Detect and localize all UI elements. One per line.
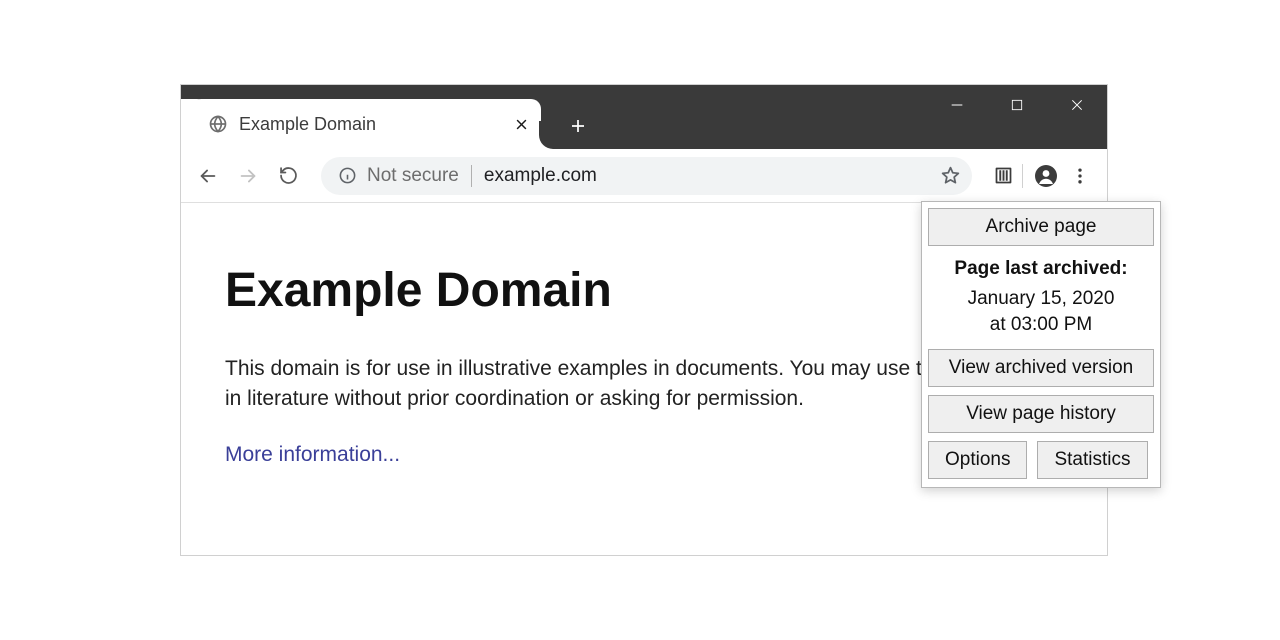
profile-avatar-icon[interactable] [1029, 159, 1063, 193]
browser-toolbar: Not secure example.com [181, 149, 1107, 203]
more-information-link[interactable]: More information... [225, 443, 400, 466]
last-archived-date-line2: at 03:00 PM [990, 314, 1092, 335]
tab-strip: Example Domain [181, 85, 1107, 149]
bookmark-star-icon[interactable] [938, 164, 962, 188]
view-page-history-button[interactable]: View page history [928, 395, 1154, 433]
address-bar[interactable]: Not secure example.com [321, 157, 972, 195]
new-tab-button[interactable] [565, 113, 591, 139]
back-button[interactable] [191, 159, 225, 193]
browser-window: Example Domain [180, 84, 1108, 556]
site-info-icon[interactable] [337, 166, 357, 186]
view-archived-version-button[interactable]: View archived version [928, 349, 1154, 387]
toolbar-separator [1022, 164, 1023, 188]
archive-page-button[interactable]: Archive page [928, 208, 1154, 246]
url-text: example.com [484, 165, 597, 187]
browser-tab[interactable]: Example Domain [191, 99, 541, 149]
minimize-button[interactable] [927, 85, 987, 125]
maximize-button[interactable] [987, 85, 1047, 125]
security-label: Not secure [367, 165, 459, 187]
forward-button[interactable] [231, 159, 265, 193]
toolbar-right-icons [986, 159, 1097, 193]
omnibox-divider [471, 165, 472, 187]
last-archived-date: January 15, 2020 at 03:00 PM [928, 286, 1154, 337]
archive-extension-icon[interactable] [986, 159, 1020, 193]
last-archived-date-line1: January 15, 2020 [968, 288, 1115, 309]
options-button[interactable]: Options [928, 441, 1027, 479]
last-archived-label: Page last archived: [928, 258, 1154, 280]
archive-extension-popup: Archive page Page last archived: January… [921, 201, 1161, 488]
tab-curve [539, 135, 553, 149]
statistics-button[interactable]: Statistics [1037, 441, 1147, 479]
kebab-menu-icon[interactable] [1063, 159, 1097, 193]
reload-button[interactable] [271, 159, 305, 193]
tab-title: Example Domain [239, 114, 511, 135]
close-tab-icon[interactable] [511, 114, 531, 134]
window-controls [927, 85, 1107, 125]
globe-icon [207, 113, 229, 135]
close-window-button[interactable] [1047, 85, 1107, 125]
